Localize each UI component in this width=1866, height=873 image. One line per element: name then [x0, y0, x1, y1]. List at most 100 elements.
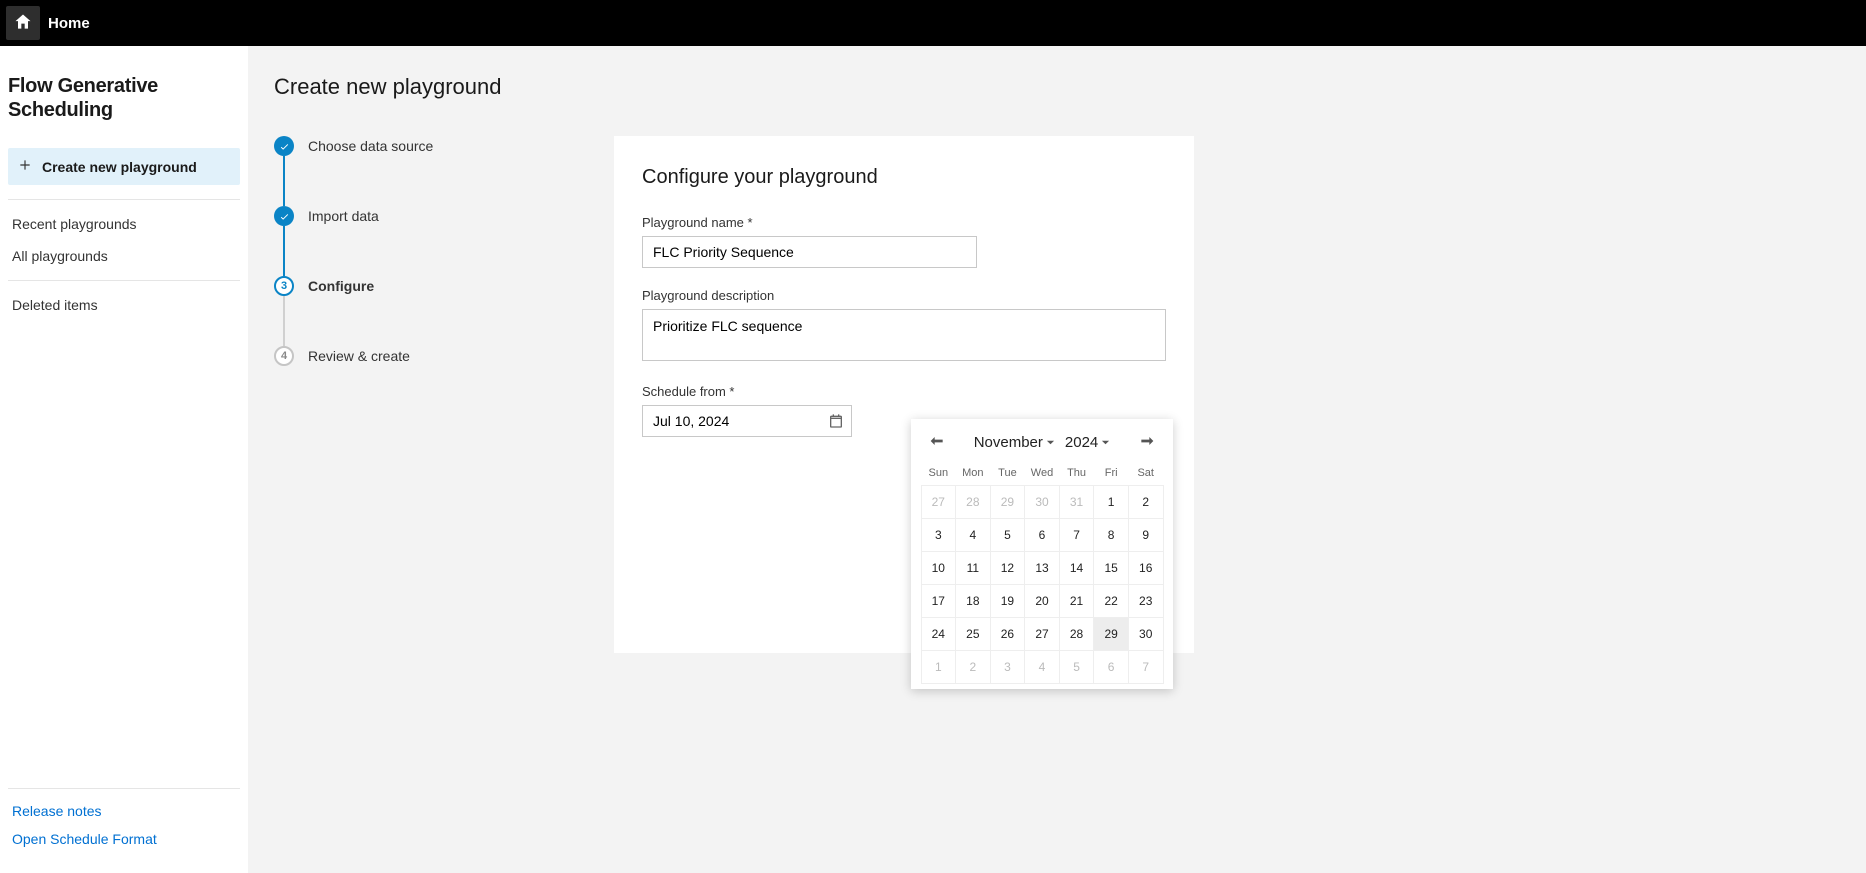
divider — [8, 788, 240, 789]
step-number: 4 — [274, 346, 294, 366]
calendar-month-label: November — [974, 434, 1043, 451]
calendar-day[interactable]: 29 — [1093, 617, 1129, 651]
topbar: Home — [0, 0, 1866, 46]
calendar-day[interactable]: 6 — [1024, 518, 1060, 552]
app-title: Flow Generative Scheduling — [0, 46, 248, 142]
calendar-dow: Mon — [956, 461, 991, 485]
step-2[interactable]: Import data — [274, 206, 554, 276]
calendar-popup: November 2024 SunMonTueWedThuFriSat27282… — [911, 419, 1173, 689]
calendar-day[interactable]: 18 — [955, 584, 991, 618]
step-3[interactable]: 3 Configure — [274, 276, 554, 346]
calendar-day[interactable]: 5 — [1059, 650, 1095, 684]
topbar-title[interactable]: Home — [48, 15, 90, 32]
check-icon — [274, 136, 294, 156]
create-playground-button[interactable]: Create new playground — [8, 148, 240, 185]
calendar-day[interactable]: 31 — [1059, 485, 1095, 519]
calendar-day[interactable]: 19 — [990, 584, 1026, 618]
stepper: Choose data source Import data 3 Configure 4… — [274, 136, 554, 366]
calendar-dow: Fri — [1094, 461, 1129, 485]
home-icon — [13, 12, 33, 35]
main-content: Create new playground Choose data source… — [248, 46, 1866, 873]
calendar-day[interactable]: 30 — [1128, 617, 1164, 651]
step-connector — [283, 156, 285, 206]
step-connector — [283, 226, 285, 276]
calendar-year-label: 2024 — [1065, 434, 1098, 451]
step-connector — [283, 296, 285, 346]
schedule-from-label: Schedule from * — [642, 384, 1166, 399]
calendar-day[interactable]: 27 — [921, 485, 957, 519]
open-schedule-format-link[interactable]: Open Schedule Format — [0, 825, 248, 853]
calendar-day[interactable]: 10 — [921, 551, 957, 585]
calendar-day[interactable]: 13 — [1024, 551, 1060, 585]
calendar-dow: Sat — [1128, 461, 1163, 485]
calendar-day[interactable]: 5 — [990, 518, 1026, 552]
calendar-day[interactable]: 24 — [921, 617, 957, 651]
calendar-day[interactable]: 16 — [1128, 551, 1164, 585]
playground-name-input[interactable] — [642, 236, 977, 268]
calendar-dow: Tue — [990, 461, 1025, 485]
page-heading: Create new playground — [274, 74, 1840, 100]
divider — [8, 280, 240, 281]
caret-down-icon — [1101, 434, 1110, 451]
step-4[interactable]: 4Review & create — [274, 346, 554, 366]
calendar-day[interactable]: 30 — [1024, 485, 1060, 519]
home-button[interactable] — [6, 6, 40, 40]
calendar-day[interactable]: 28 — [1059, 617, 1095, 651]
calendar-dow: Wed — [1025, 461, 1060, 485]
playground-description-input[interactable] — [642, 309, 1166, 361]
sidebar-item-all[interactable]: All playgrounds — [0, 240, 248, 272]
calendar-day[interactable]: 9 — [1128, 518, 1164, 552]
calendar-day[interactable]: 8 — [1093, 518, 1129, 552]
calendar-day[interactable]: 28 — [955, 485, 991, 519]
calendar-day[interactable]: 3 — [990, 650, 1026, 684]
card-title: Configure your playground — [642, 166, 1166, 189]
sidebar-item-deleted[interactable]: Deleted items — [0, 289, 248, 321]
calendar-day[interactable]: 23 — [1128, 584, 1164, 618]
calendar-dow: Sun — [921, 461, 956, 485]
calendar-prev-button[interactable] — [925, 431, 947, 453]
calendar-year-select[interactable]: 2024 — [1065, 434, 1110, 451]
step-1[interactable]: Choose data source — [274, 136, 554, 206]
calendar-next-button[interactable] — [1137, 431, 1159, 453]
calendar-day[interactable]: 17 — [921, 584, 957, 618]
caret-down-icon — [1046, 434, 1055, 451]
calendar-day[interactable]: 29 — [990, 485, 1026, 519]
calendar-day[interactable]: 4 — [955, 518, 991, 552]
calendar-day[interactable]: 21 — [1059, 584, 1095, 618]
calendar-day[interactable]: 25 — [955, 617, 991, 651]
calendar-day[interactable]: 14 — [1059, 551, 1095, 585]
plus-icon — [18, 158, 32, 175]
calendar-day[interactable]: 20 — [1024, 584, 1060, 618]
calendar-day[interactable]: 27 — [1024, 617, 1060, 651]
calendar-dow: Thu — [1059, 461, 1094, 485]
calendar-day[interactable]: 6 — [1093, 650, 1129, 684]
step-label: Import data — [308, 208, 379, 224]
calendar-day[interactable]: 26 — [990, 617, 1026, 651]
release-notes-link[interactable]: Release notes — [0, 797, 248, 825]
calendar-day[interactable]: 1 — [1093, 485, 1129, 519]
calendar-day[interactable]: 2 — [955, 650, 991, 684]
calendar-day[interactable]: 7 — [1128, 650, 1164, 684]
step-label: Configure — [308, 278, 374, 294]
calendar-day[interactable]: 3 — [921, 518, 957, 552]
check-icon — [274, 206, 294, 226]
calendar-month-select[interactable]: November — [974, 434, 1055, 451]
sidebar-item-recent[interactable]: Recent playgrounds — [0, 208, 248, 240]
calendar-day[interactable]: 22 — [1093, 584, 1129, 618]
divider — [8, 199, 240, 200]
step-number: 3 — [274, 276, 294, 296]
calendar-day[interactable]: 12 — [990, 551, 1026, 585]
calendar-day[interactable]: 4 — [1024, 650, 1060, 684]
calendar-day[interactable]: 15 — [1093, 551, 1129, 585]
schedule-from-input[interactable] — [642, 405, 852, 437]
step-label: Choose data source — [308, 138, 433, 154]
calendar-day[interactable]: 7 — [1059, 518, 1095, 552]
arrow-right-icon — [1140, 434, 1156, 450]
calendar-day[interactable]: 1 — [921, 650, 957, 684]
arrow-left-icon — [928, 434, 944, 450]
sidebar: Flow Generative Scheduling Create new pl… — [0, 46, 248, 873]
calendar-day[interactable]: 2 — [1128, 485, 1164, 519]
calendar-day[interactable]: 11 — [955, 551, 991, 585]
create-playground-label: Create new playground — [42, 159, 197, 175]
calendar-grid: SunMonTueWedThuFriSat2728293031123456789… — [921, 461, 1163, 683]
